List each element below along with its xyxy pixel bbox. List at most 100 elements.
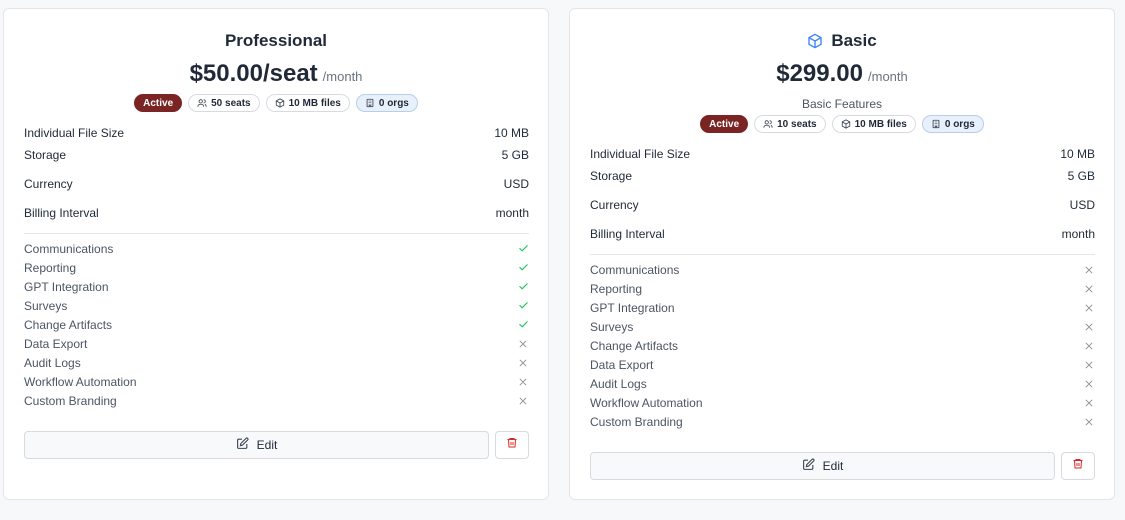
- x-icon: [517, 395, 529, 407]
- feature-label: Reporting: [590, 281, 643, 296]
- x-icon: [1083, 264, 1095, 276]
- feature-row: Change Artifacts: [590, 336, 1095, 355]
- divider: [590, 254, 1095, 255]
- seats-badge: 50 seats: [188, 94, 260, 112]
- spec-row: Currency USD: [24, 166, 529, 202]
- orgs-badge: 0 orgs: [921, 115, 984, 133]
- x-icon: [1083, 340, 1095, 352]
- spec-row: Currency USD: [590, 187, 1095, 223]
- feature-label: GPT Integration: [24, 279, 109, 294]
- check-icon: [517, 319, 529, 331]
- feature-label: Reporting: [24, 260, 77, 275]
- spec-label: Billing Interval: [24, 206, 99, 220]
- feature-row: Reporting: [24, 258, 529, 277]
- check-icon: [517, 300, 529, 312]
- seats-badge-label: 10 seats: [777, 118, 817, 130]
- plan-specs: Individual File Size 10 MB Storage 5 GB …: [590, 143, 1095, 245]
- x-icon: [1083, 302, 1095, 314]
- plan-badges: Active 50 seats 10 MB files 0 orgs: [4, 94, 548, 112]
- delete-button[interactable]: [1061, 452, 1095, 480]
- spec-row: Billing Interval month: [24, 202, 529, 224]
- feature-row: Workflow Automation: [590, 393, 1095, 412]
- plan-price: $50.00/seat: [189, 60, 318, 87]
- spec-label: Currency: [24, 177, 73, 191]
- plan-price-interval: /month: [868, 69, 908, 84]
- plan-header: Professional $50.00/seat /month Active 5…: [4, 30, 548, 112]
- status-badge-label: Active: [143, 97, 174, 109]
- x-icon: [1083, 397, 1095, 409]
- edit-icon: [802, 458, 815, 474]
- orgs-badge: 0 orgs: [355, 94, 418, 112]
- feature-list: Communications Reporting GPT Integration Su…: [590, 260, 1095, 431]
- feature-label: Communications: [590, 262, 680, 277]
- feature-label: Data Export: [24, 336, 88, 351]
- feature-label: Workflow Automation: [24, 374, 137, 389]
- seats-badge: 10 seats: [754, 115, 826, 133]
- orgs-badge-label: 0 orgs: [944, 118, 975, 130]
- status-badge-label: Active: [709, 118, 740, 130]
- feature-label: GPT Integration: [590, 300, 675, 315]
- plan-price: $299.00: [776, 60, 863, 87]
- spec-value: month: [1061, 227, 1095, 241]
- edit-button[interactable]: Edit: [24, 431, 489, 459]
- spec-row: Billing Interval month: [590, 223, 1095, 245]
- users-icon: [197, 98, 207, 108]
- plan-price-interval: /month: [322, 69, 363, 84]
- spec-label: Individual File Size: [590, 147, 691, 161]
- edit-icon: [236, 437, 249, 453]
- plan-title: Basic: [831, 31, 877, 50]
- feature-row: Workflow Automation: [24, 372, 529, 391]
- spec-label: Storage: [590, 169, 633, 183]
- spec-row: Storage 5 GB: [24, 144, 529, 166]
- check-icon: [517, 262, 529, 274]
- feature-row: GPT Integration: [24, 277, 529, 296]
- trash-icon: [506, 436, 518, 454]
- x-icon: [1083, 321, 1095, 333]
- spec-row: Individual File Size 10 MB: [590, 143, 1095, 165]
- x-icon: [517, 376, 529, 388]
- feature-label: Surveys: [590, 319, 634, 334]
- package-icon: [841, 119, 851, 129]
- x-icon: [1083, 283, 1095, 295]
- files-badge-label: 10 MB files: [854, 118, 907, 130]
- building-icon: [365, 98, 375, 108]
- spec-value: month: [495, 206, 529, 220]
- feature-label: Custom Branding: [590, 414, 683, 429]
- x-icon: [517, 338, 529, 350]
- edit-button-label: Edit: [822, 459, 844, 473]
- feature-row: Audit Logs: [24, 353, 529, 372]
- feature-label: Audit Logs: [590, 376, 647, 391]
- spec-row: Individual File Size 10 MB: [24, 122, 529, 144]
- plan-card-basic: Basic $299.00 /month Basic Features Acti…: [569, 8, 1115, 500]
- spec-value: 5 GB: [501, 148, 529, 162]
- feature-label: Custom Branding: [24, 393, 117, 408]
- spec-value: USD: [1069, 198, 1095, 212]
- plan-title: Professional: [224, 31, 328, 50]
- feature-row: GPT Integration: [590, 298, 1095, 317]
- feature-row: Data Export: [590, 355, 1095, 374]
- status-badge: Active: [134, 94, 183, 112]
- feature-row: Custom Branding: [24, 391, 529, 410]
- status-badge: Active: [700, 115, 749, 133]
- files-badge-label: 10 MB files: [288, 97, 341, 109]
- users-icon: [763, 119, 773, 129]
- delete-button[interactable]: [495, 431, 529, 459]
- feature-row: Data Export: [24, 334, 529, 353]
- plan-badges: Active 10 seats 10 MB files 0 orgs: [570, 115, 1114, 133]
- edit-button[interactable]: Edit: [590, 452, 1055, 480]
- feature-row: Custom Branding: [590, 412, 1095, 431]
- feature-list: Communications Reporting GPT Integration Su…: [24, 239, 529, 410]
- feature-row: Communications: [24, 239, 529, 258]
- plan-card-professional: Professional $50.00/seat /month Active 5…: [3, 8, 549, 500]
- spec-value: 5 GB: [1067, 169, 1095, 183]
- spec-label: Billing Interval: [590, 227, 665, 241]
- plan-actions: Edit: [24, 431, 529, 459]
- x-icon: [1083, 359, 1095, 371]
- feature-label: Change Artifacts: [590, 338, 679, 353]
- x-icon: [1083, 378, 1095, 390]
- x-icon: [1083, 416, 1095, 428]
- spec-value: USD: [503, 177, 529, 191]
- files-badge: 10 MB files: [831, 115, 916, 133]
- divider: [24, 233, 529, 234]
- feature-label: Workflow Automation: [590, 395, 703, 410]
